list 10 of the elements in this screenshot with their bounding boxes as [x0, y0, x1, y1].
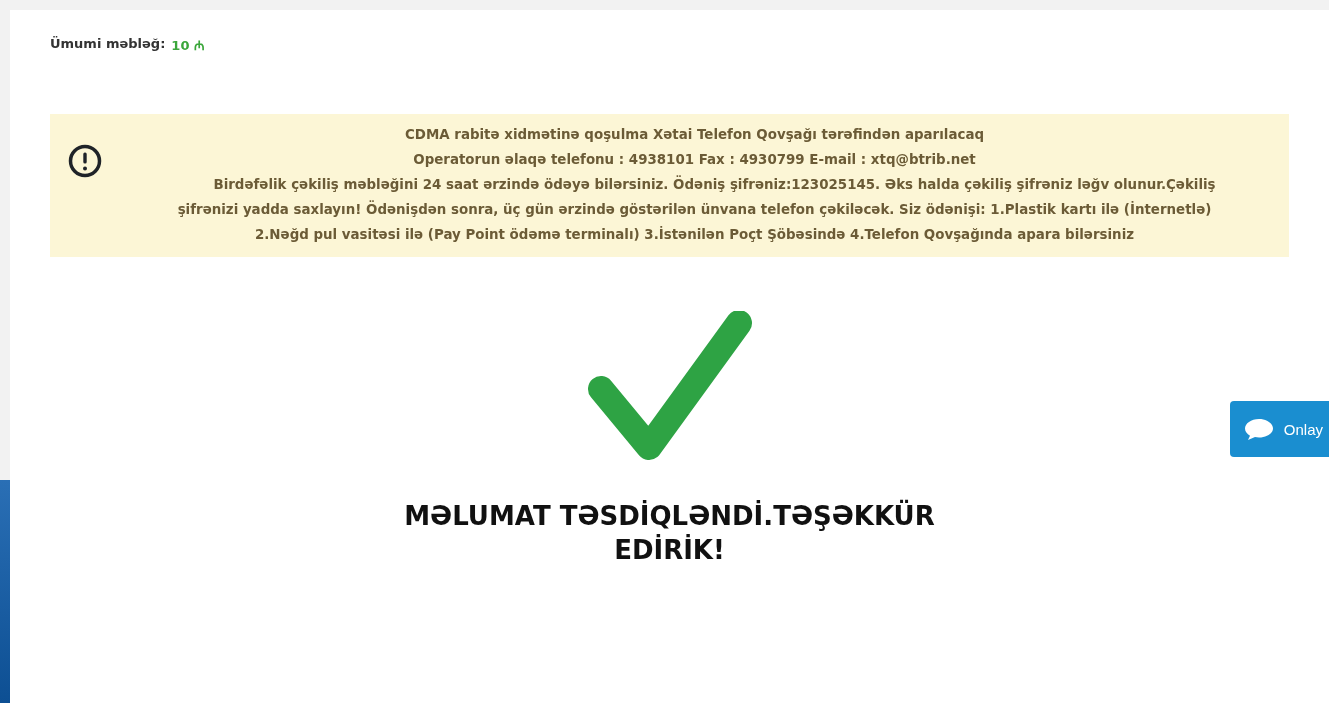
notice-text: CDMA rabitə xidmətinə qoşulma Xətai Telefon Qovşağı tərəfindən aparılacaq: [405, 126, 984, 144]
total-amount: 10 ₼: [171, 37, 205, 54]
checkmark-icon: [586, 311, 753, 463]
confirmation-title: MƏLUMAT TƏSDİQLƏNDİ.TƏŞƏKKÜR EDİRİK!: [403, 499, 936, 567]
notice-paragraph: Birdəfəlik çəkiliş məbləğini 24 saat ərzində ödəyə bilərsiniz. Ödəniş şifrəniz:123025145. Əks halda çəkiliş şifrəniz ləğv olunur.Çəkiliş şifrənizi yadda saxlayın! Ödənişdən sonra, üç gün ərzində göstərilən ünvana telefon çəkiləcək. Siz ödənişi: 1.Plastik kartı ilə (İnternetlə) 2.Nəğd pul vasitəsi ilə (Pay Point ödəmə terminalı) 3.İstənilən Poçt Şöbəsində 4.Telefon Qovşağında apara bilərsiniz: [176, 174, 1217, 244]
total-label: Ümumi məbləğ:: [50, 36, 166, 53]
exclamation-circle-icon: [68, 144, 102, 178]
notice-text: Operatorun əlaqə telefonu : 4938101 Fax : 4930799 E-mail : xtq@btrib.net: [413, 151, 976, 169]
chat-button[interactable]: Onlay: [1229, 401, 1329, 457]
speech-bubble-icon: [1243, 417, 1274, 441]
